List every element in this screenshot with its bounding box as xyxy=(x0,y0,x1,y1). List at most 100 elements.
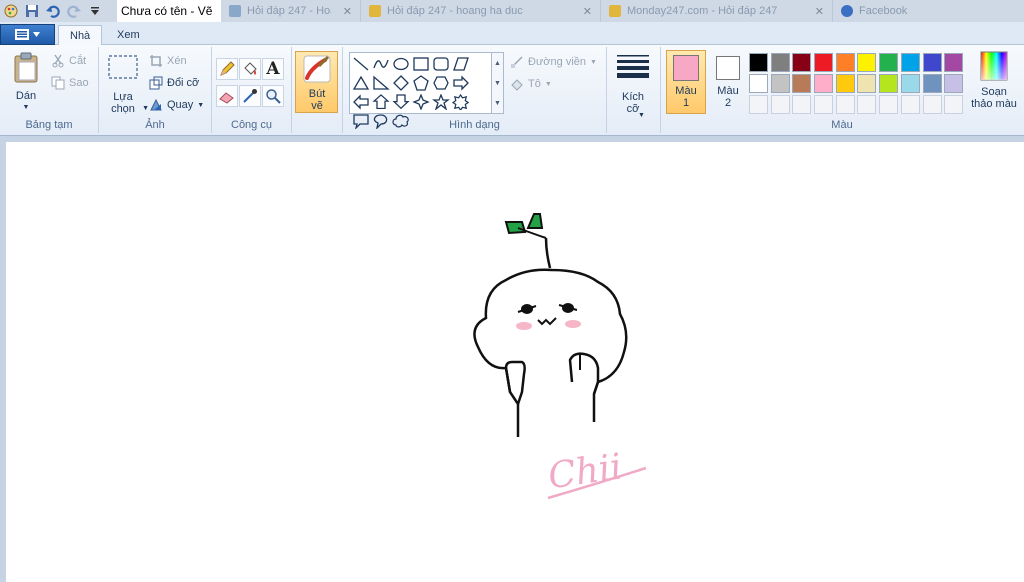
select-button[interactable]: Lựa chọn ▼ xyxy=(105,54,149,115)
palette-color-swatch[interactable] xyxy=(770,74,790,93)
browser-tab-1[interactable]: Hỏi đáp 247 - Hoàng Hà Đức ✕ xyxy=(221,0,361,22)
shapes-gallery xyxy=(349,52,492,129)
magnifier-button[interactable] xyxy=(262,85,284,107)
size-button[interactable]: Kích cỡ ▼ xyxy=(613,53,653,119)
close-tab-icon[interactable]: ✕ xyxy=(815,5,824,18)
palette-custom-slot[interactable] xyxy=(879,95,899,114)
paste-button[interactable]: Dán ▼ xyxy=(9,52,43,114)
brushes-button[interactable]: Bút vẽ xyxy=(295,51,338,113)
rectangle-shape-icon[interactable] xyxy=(411,54,431,73)
edit-colors-button[interactable]: Soạn thảo màu xyxy=(966,51,1022,110)
palette-color-swatch[interactable] xyxy=(749,74,768,93)
color-picker-button[interactable] xyxy=(239,85,261,107)
six-point-star-shape-icon[interactable] xyxy=(451,92,471,111)
palette-color-swatch[interactable] xyxy=(922,53,942,72)
palette-custom-slot[interactable] xyxy=(792,95,812,114)
palette-custom-slot[interactable] xyxy=(857,95,877,114)
palette-color-swatch[interactable] xyxy=(857,53,877,72)
character-right-blush xyxy=(565,320,581,328)
eraser-button[interactable] xyxy=(216,85,238,107)
palette-custom-slot[interactable] xyxy=(814,95,834,114)
palette-custom-slot[interactable] xyxy=(835,95,855,114)
paint-app-icon[interactable] xyxy=(1,2,20,20)
browser-tab-2[interactable]: Hỏi đáp 247 - hoang ha duc ✕ xyxy=(361,0,601,22)
palette-custom-slot[interactable] xyxy=(944,95,964,114)
five-point-star-shape-icon[interactable] xyxy=(431,92,451,111)
outline-button[interactable]: Đường viền ▼ xyxy=(510,55,597,69)
browser-tab-4[interactable]: Facebook xyxy=(833,0,1024,22)
down-arrow-shape-icon[interactable] xyxy=(391,92,411,111)
copy-button[interactable]: Sao xyxy=(51,76,89,90)
pentagon-shape-icon[interactable] xyxy=(411,73,431,92)
crop-button[interactable]: Xén xyxy=(149,54,187,68)
browser-tab-label: Facebook xyxy=(859,5,908,17)
oval-shape-icon[interactable] xyxy=(391,54,411,73)
diamond-shape-icon[interactable] xyxy=(391,73,411,92)
polygon-shape-icon[interactable] xyxy=(451,54,471,73)
fill-shape-button[interactable]: Tô ▼ xyxy=(510,77,552,91)
paint-menu-button[interactable] xyxy=(0,24,55,45)
tab-home[interactable]: Nhà xyxy=(58,25,103,46)
palette-color-swatch[interactable] xyxy=(944,74,964,93)
line-shape-icon[interactable] xyxy=(351,54,371,73)
palette-color-swatch[interactable] xyxy=(922,74,942,93)
image-group: Lựa chọn ▼ Xén Đổi cỡ Quay ▼ Ảnh xyxy=(99,47,212,133)
menu-icon xyxy=(15,29,29,40)
brushes-label: Bút vẽ xyxy=(308,88,326,112)
palette-color-swatch[interactable] xyxy=(749,53,768,72)
color1-button[interactable]: Màu 1 xyxy=(666,50,706,114)
fill-button[interactable] xyxy=(239,58,261,80)
expand-gallery-icon[interactable]: ▼ xyxy=(494,100,501,107)
left-arrow-shape-icon[interactable] xyxy=(351,92,371,111)
palette-custom-slot[interactable] xyxy=(749,95,768,114)
redo-icon[interactable] xyxy=(64,2,83,20)
palette-color-swatch[interactable] xyxy=(857,74,877,93)
triangle-shape-icon[interactable] xyxy=(351,73,371,92)
text-button[interactable]: A xyxy=(262,58,284,80)
palette-color-swatch[interactable] xyxy=(814,74,834,93)
up-arrow-shape-icon[interactable] xyxy=(371,92,391,111)
palette-color-swatch[interactable] xyxy=(770,53,790,72)
palette-color-swatch[interactable] xyxy=(944,53,964,72)
right-triangle-shape-icon[interactable] xyxy=(371,73,391,92)
palette-color-swatch[interactable] xyxy=(792,53,812,72)
four-point-star-shape-icon[interactable] xyxy=(411,92,431,111)
scroll-up-icon[interactable]: ▲ xyxy=(494,60,501,67)
tab-view[interactable]: Xem xyxy=(106,25,151,46)
rounded-rectangle-shape-icon[interactable] xyxy=(431,54,451,73)
palette-color-swatch[interactable] xyxy=(814,53,834,72)
curve-shape-icon[interactable] xyxy=(371,54,391,73)
palette-color-swatch[interactable] xyxy=(900,53,920,72)
title-bar: Chưa có tên - Vẽ Hỏi đáp 247 - Hoàng Hà … xyxy=(0,0,1024,22)
palette-custom-slot[interactable] xyxy=(900,95,920,114)
hexagon-shape-icon[interactable] xyxy=(431,73,451,92)
palette-color-swatch[interactable] xyxy=(792,74,812,93)
palette-custom-slot[interactable] xyxy=(770,95,790,114)
close-tab-icon[interactable]: ✕ xyxy=(343,5,352,18)
customize-dropdown-icon[interactable] xyxy=(85,2,104,20)
copy-icon xyxy=(51,76,65,90)
palette-color-swatch[interactable] xyxy=(879,53,899,72)
browser-tab-3[interactable]: Monday247.com - Hỏi đáp 247 ✕ xyxy=(601,0,833,22)
palette-color-swatch[interactable] xyxy=(835,53,855,72)
character-mouth xyxy=(537,317,557,326)
palette-color-swatch[interactable] xyxy=(900,74,920,93)
drawing-canvas[interactable]: Chii xyxy=(6,142,1024,582)
pencil-button[interactable] xyxy=(216,58,238,80)
palette-custom-slot[interactable] xyxy=(922,95,942,114)
right-arrow-shape-icon[interactable] xyxy=(451,73,471,92)
scroll-down-icon[interactable]: ▼ xyxy=(494,80,501,87)
cut-button[interactable]: Cắt xyxy=(51,54,86,68)
resize-button[interactable]: Đổi cỡ xyxy=(149,76,199,90)
color2-button[interactable]: Màu 2 xyxy=(709,50,747,114)
chevron-down-icon: ▼ xyxy=(22,104,30,111)
palette-color-swatch[interactable] xyxy=(835,74,855,93)
undo-icon[interactable] xyxy=(43,2,62,20)
close-tab-icon[interactable]: ✕ xyxy=(583,5,592,18)
cut-label: Cắt xyxy=(69,55,87,67)
rotate-button[interactable]: Quay ▼ xyxy=(149,98,204,112)
palette-color-swatch[interactable] xyxy=(879,74,899,93)
shapes-gallery-scrollbar[interactable]: ▲ ▼ ▼ xyxy=(492,52,504,114)
save-icon[interactable] xyxy=(22,2,41,20)
color2-swatch xyxy=(716,56,740,80)
